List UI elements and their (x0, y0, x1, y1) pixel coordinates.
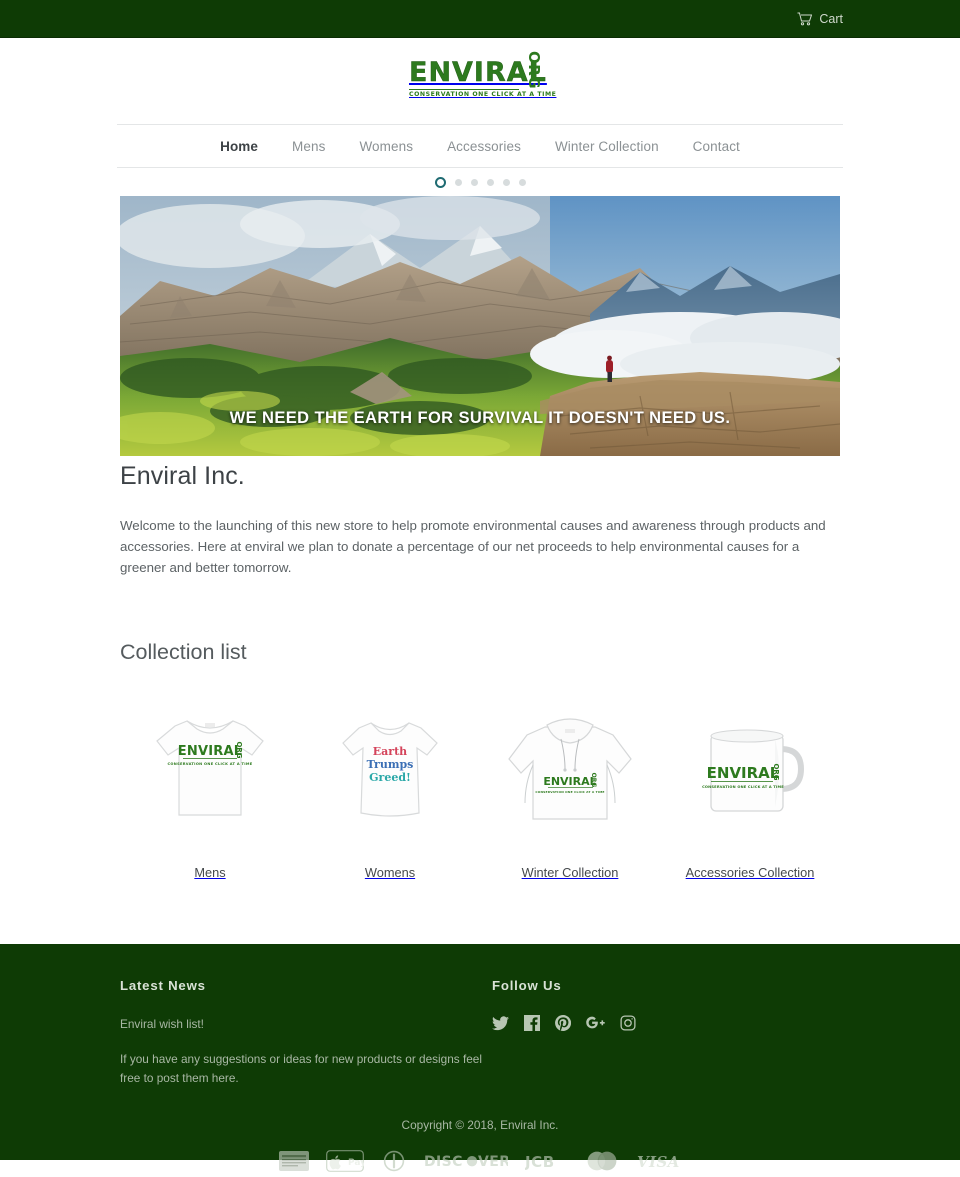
svg-text:Pay: Pay (348, 1158, 364, 1168)
svg-text:CONSERVATION ONE CLICK AT A TI: CONSERVATION ONE CLICK AT A TIME (702, 785, 784, 789)
site-footer: Latest News Enviral wish list! If you ha… (0, 944, 960, 1172)
mens-tshirt-image: ENVIRAL ORG CONSERVATION ONE CLICK AT A … (120, 693, 300, 843)
pinterest-icon[interactable] (555, 1014, 572, 1031)
svg-text:ORG: ORG (590, 773, 597, 788)
svg-text:CONSERVATION ONE CLICK AT A TI: CONSERVATION ONE CLICK AT A TIME (167, 762, 252, 766)
site-logo[interactable]: ENVIRAL CONSERVATION ONE CLICK AT A TIME… (409, 51, 557, 104)
slide-dot-6[interactable] (518, 178, 526, 186)
svg-text:VISA: VISA (637, 1153, 680, 1170)
collection-label-mens: Mens (194, 865, 226, 880)
nav-item-mens[interactable]: Mens (275, 139, 342, 154)
svg-text:ENVIRAL: ENVIRAL (178, 744, 242, 759)
slide-dot-4[interactable] (486, 178, 494, 186)
svg-text:VER: VER (478, 1154, 508, 1170)
slide-dot-1[interactable] (434, 176, 446, 188)
logo-header: ENVIRAL CONSERVATION ONE CLICK AT A TIME… (0, 38, 960, 124)
footer-follow-us: Follow Us (492, 978, 840, 1104)
svg-text:DISC: DISC (424, 1154, 463, 1170)
social-links (492, 1014, 840, 1031)
follow-us-heading: Follow Us (492, 978, 562, 993)
collection-list-heading: Collection list (120, 640, 247, 664)
page-title: Enviral Inc. (120, 462, 245, 490)
collection-grid: ENVIRAL ORG CONSERVATION ONE CLICK AT A … (120, 693, 840, 880)
hero-slide[interactable]: WE NEED THE EARTH FOR SURVIVAL IT DOESN'… (120, 196, 840, 456)
collection-label-accessories: Accessories Collection (685, 865, 815, 880)
visa-icon: VISA (637, 1152, 681, 1175)
news-post-body: If you have any suggestions or ideas for… (120, 1052, 482, 1085)
cart-button[interactable]: Cart (797, 12, 843, 26)
jcb-icon: JCB (524, 1152, 567, 1175)
instagram-icon[interactable] (620, 1015, 636, 1031)
payment-methods: Pay DISC VER JCB VISA (120, 1150, 840, 1177)
nav-item-contact[interactable]: Contact (676, 139, 757, 154)
slide-dot-2[interactable] (454, 178, 462, 186)
nav-item-home[interactable]: Home (203, 139, 275, 154)
svg-text:Earth: Earth (373, 745, 407, 758)
slideshow-pagination (0, 168, 960, 196)
amex-icon (279, 1151, 309, 1176)
svg-text:ENVIRAL: ENVIRAL (707, 764, 780, 782)
intro-section: Enviral Inc. Welcome to the launching of… (120, 462, 840, 578)
intro-paragraph: Welcome to the launching of this new sto… (120, 518, 826, 575)
logo-tagline: CONSERVATION ONE CLICK AT A TIME (409, 91, 557, 98)
slide-dot-5[interactable] (502, 178, 510, 186)
nav-item-womens[interactable]: Womens (342, 139, 430, 154)
twitter-icon[interactable] (492, 1015, 509, 1031)
hero-caption: WE NEED THE EARTH FOR SURVIVAL IT DOESN'… (229, 409, 731, 427)
svg-text:Trumps: Trumps (367, 758, 414, 771)
footer-latest-news: Latest News Enviral wish list! If you ha… (120, 978, 492, 1104)
mastercard-icon (584, 1150, 620, 1177)
collection-card-accessories[interactable]: ENVIRAL ORG CONSERVATION ONE CLICK AT A … (660, 693, 840, 880)
top-bar: Cart (0, 0, 960, 38)
womens-tee-image: Earth Trumps Greed! (300, 693, 480, 843)
nav-item-winter-collection[interactable]: Winter Collection (538, 139, 676, 154)
diners-club-icon (381, 1150, 407, 1177)
footer-bottom: Copyright © 2018, Enviral Inc. Pay DISC … (120, 1104, 840, 1177)
mug-image: ENVIRAL ORG CONSERVATION ONE CLICK AT A … (660, 693, 840, 843)
shopping-cart-icon (797, 12, 813, 26)
svg-text:Greed!: Greed! (369, 771, 411, 784)
apple-pay-icon: Pay (326, 1150, 366, 1177)
news-post-title: Enviral wish list! (120, 1017, 204, 1031)
svg-text:CONSERVATION ONE CLICK AT A TI: CONSERVATION ONE CLICK AT A TIME (535, 790, 604, 794)
google-plus-icon[interactable] (586, 1016, 605, 1030)
collection-list-section: Collection list ENVIRAL ORG CONSERVATION… (120, 578, 840, 880)
main-navigation: Home Mens Womens Accessories Winter Coll… (117, 124, 843, 168)
collection-label-womens: Womens (364, 865, 416, 880)
nav-item-accessories[interactable]: Accessories (430, 139, 538, 154)
svg-text:JCB: JCB (525, 1153, 555, 1170)
svg-text:ORG: ORG (235, 741, 243, 758)
logo-divider (409, 89, 519, 90)
svg-text:ORG: ORG (772, 763, 780, 780)
collection-label-winter: Winter Collection (521, 865, 619, 880)
facebook-icon[interactable] (524, 1015, 540, 1031)
latest-news-heading: Latest News (120, 978, 206, 993)
collection-card-womens[interactable]: Earth Trumps Greed! Womens (300, 693, 480, 880)
slide-dot-3[interactable] (470, 178, 478, 186)
collection-card-mens[interactable]: ENVIRAL ORG CONSERVATION ONE CLICK AT A … (120, 693, 300, 880)
cart-label: Cart (819, 11, 843, 26)
winter-hoodie-image: ENVIRAL ORG CONSERVATION ONE CLICK AT A … (480, 693, 660, 843)
logo-org-suffix: ORG (524, 50, 543, 90)
collection-card-winter[interactable]: ENVIRAL ORG CONSERVATION ONE CLICK AT A … (480, 693, 660, 880)
copyright-text: Copyright © 2018, Enviral Inc. (401, 1118, 559, 1132)
discover-icon: DISC VER (424, 1152, 510, 1175)
svg-text:ENVIRAL: ENVIRAL (543, 775, 596, 788)
